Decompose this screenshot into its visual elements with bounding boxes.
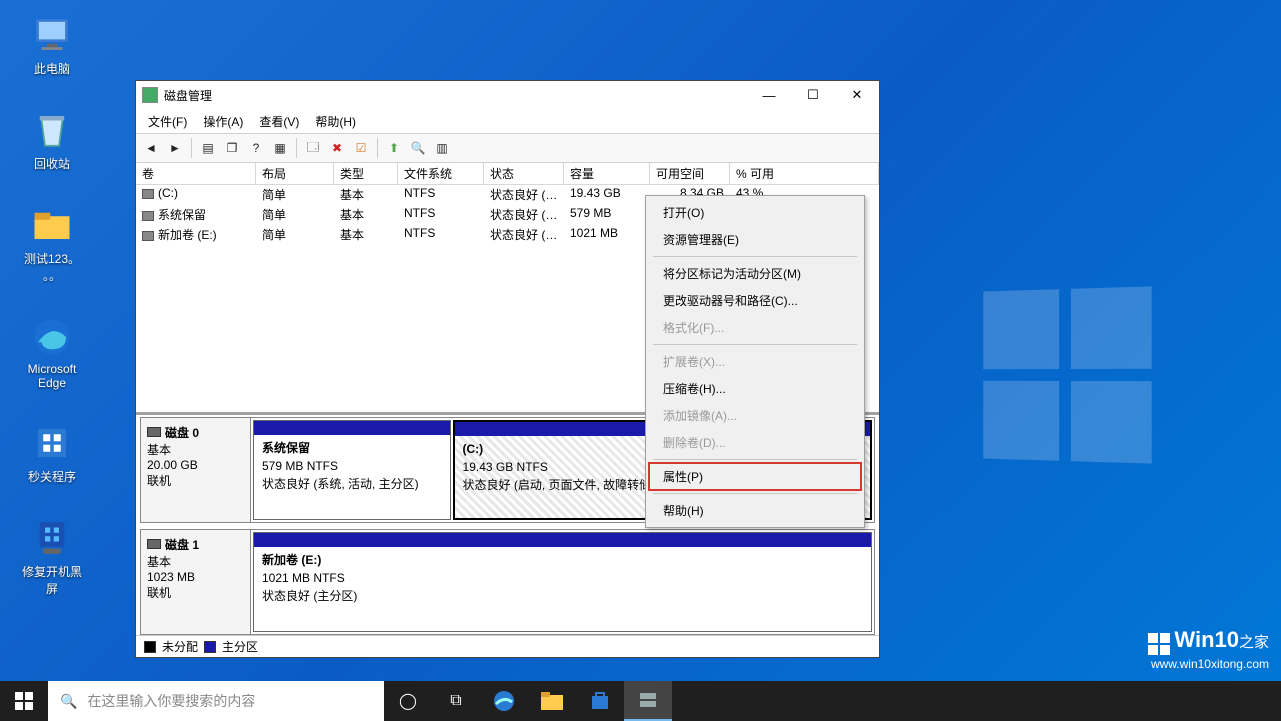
- taskbar-edge-icon[interactable]: [480, 681, 528, 721]
- search-placeholder: 在这里输入你要搜索的内容: [87, 691, 255, 711]
- watermark: Win10之家 www.win10xitong.com: [1147, 625, 1269, 673]
- cortana-icon[interactable]: ◯: [384, 681, 432, 721]
- taskbar: 🔍 在这里输入你要搜索的内容 ◯ ⧉: [0, 681, 1281, 721]
- titlebar[interactable]: 磁盘管理 — ☐ ✕: [136, 81, 879, 109]
- context-menu-item[interactable]: 压缩卷(H)...: [649, 375, 861, 402]
- column-header[interactable]: 类型: [334, 163, 398, 185]
- taskbar-explorer-icon[interactable]: [528, 681, 576, 721]
- menubar: 文件(F)操作(A)查看(V)帮助(H): [136, 109, 879, 133]
- context-menu-item: 添加镜像(A)...: [649, 402, 861, 429]
- context-menu-item[interactable]: 打开(O): [649, 199, 861, 226]
- edge-icon: [31, 316, 73, 358]
- toolbar-up-icon[interactable]: ⬆: [383, 137, 405, 159]
- desktop-icon-pc[interactable]: 此电脑: [12, 14, 92, 77]
- disk-row: 磁盘 1基本1023 MB联机新加卷 (E:)1021 MB NTFS状态良好 …: [140, 529, 875, 635]
- desktop-icon-fix[interactable]: 修复开机黑屏: [12, 517, 92, 597]
- context-menu-item: 扩展卷(X)...: [649, 348, 861, 375]
- column-header[interactable]: % 可用: [730, 163, 879, 185]
- bin-icon: [31, 109, 73, 151]
- toolbar: ◄ ► ▤ ❐ ? ▦ 🗔 ✖ ☑ ⬆ 🔍 ▥: [136, 133, 879, 163]
- menu-item[interactable]: 查看(V): [251, 111, 307, 132]
- desktop-icon-bin[interactable]: 回收站: [12, 109, 92, 172]
- start-icon: [15, 692, 33, 710]
- desktop[interactable]: 此电脑回收站测试123。。。 MicrosoftEdge 秒关程序修复开机黑屏 磁盘…: [0, 0, 1281, 721]
- toolbar-props-icon[interactable]: 🗔: [302, 137, 324, 159]
- app-icon: [31, 422, 73, 464]
- pc-icon: [31, 14, 73, 56]
- forward-button[interactable]: ►: [164, 137, 186, 159]
- partition[interactable]: 新加卷 (E:)1021 MB NTFS状态良好 (主分区): [253, 532, 872, 632]
- context-menu-item[interactable]: 更改驱动器号和路径(C)...: [649, 287, 861, 314]
- taskbar-store-icon[interactable]: [576, 681, 624, 721]
- menu-item[interactable]: 文件(F): [140, 111, 195, 132]
- search-box[interactable]: 🔍 在这里输入你要搜索的内容: [48, 681, 384, 721]
- app-icon: [142, 87, 158, 103]
- windows-logo-decoration: [983, 286, 1151, 463]
- context-menu-item[interactable]: 属性(P): [649, 463, 861, 490]
- desktop-icons: 此电脑回收站测试123。。。 MicrosoftEdge 秒关程序修复开机黑屏: [12, 14, 92, 597]
- toolbar-help-icon[interactable]: ?: [245, 137, 267, 159]
- column-header[interactable]: 可用空间: [650, 163, 730, 185]
- desktop-icon-app[interactable]: 秒关程序: [12, 422, 92, 485]
- menu-item[interactable]: 帮助(H): [307, 111, 364, 132]
- desktop-icon-edge[interactable]: MicrosoftEdge: [12, 316, 92, 390]
- search-icon: 🔍: [60, 693, 77, 710]
- toolbar-check-icon[interactable]: ☑: [350, 137, 372, 159]
- column-header[interactable]: 卷: [136, 163, 256, 185]
- toolbar-views-icon[interactable]: ▦: [269, 137, 291, 159]
- folder-icon: [31, 204, 73, 246]
- context-menu-item[interactable]: 资源管理器(E): [649, 226, 861, 253]
- desktop-icon-folder[interactable]: 测试123。。。: [12, 204, 92, 284]
- window-title: 磁盘管理: [164, 87, 747, 104]
- back-button[interactable]: ◄: [140, 137, 162, 159]
- toolbar-search-icon[interactable]: 🔍: [407, 137, 429, 159]
- toolbar-view1-icon[interactable]: ▤: [197, 137, 219, 159]
- menu-item[interactable]: 操作(A): [195, 111, 251, 132]
- taskbar-diskmgmt-icon[interactable]: [624, 681, 672, 721]
- column-header[interactable]: 容量: [564, 163, 650, 185]
- volume-list-header: 卷布局类型文件系统状态容量可用空间% 可用: [136, 163, 879, 185]
- maximize-button[interactable]: ☐: [791, 81, 835, 109]
- context-menu-item: 删除卷(D)...: [649, 429, 861, 456]
- column-header[interactable]: 布局: [256, 163, 334, 185]
- column-header[interactable]: 文件系统: [398, 163, 484, 185]
- window-controls: — ☐ ✕: [747, 81, 879, 109]
- windows-icon: [1147, 632, 1171, 656]
- legend: 未分配 主分区: [136, 635, 879, 657]
- partition[interactable]: 系统保留579 MB NTFS状态良好 (系统, 活动, 主分区): [253, 420, 451, 520]
- minimize-button[interactable]: —: [747, 81, 791, 109]
- context-menu-item[interactable]: 将分区标记为活动分区(M): [649, 260, 861, 287]
- task-view-button[interactable]: ⧉: [432, 681, 480, 721]
- toolbar-view2-icon[interactable]: ❐: [221, 137, 243, 159]
- toolbar-list-icon[interactable]: ▥: [431, 137, 453, 159]
- column-header[interactable]: 状态: [484, 163, 564, 185]
- taskbar-items: ◯ ⧉: [384, 681, 672, 721]
- toolbar-delete-icon[interactable]: ✖: [326, 137, 348, 159]
- start-button[interactable]: [0, 681, 48, 721]
- close-button[interactable]: ✕: [835, 81, 879, 109]
- context-menu: 打开(O)资源管理器(E) 将分区标记为活动分区(M)更改驱动器号和路径(C)..…: [645, 195, 865, 528]
- context-menu-item[interactable]: 帮助(H): [649, 497, 861, 524]
- fix-icon: [31, 517, 73, 559]
- context-menu-item: 格式化(F)...: [649, 314, 861, 341]
